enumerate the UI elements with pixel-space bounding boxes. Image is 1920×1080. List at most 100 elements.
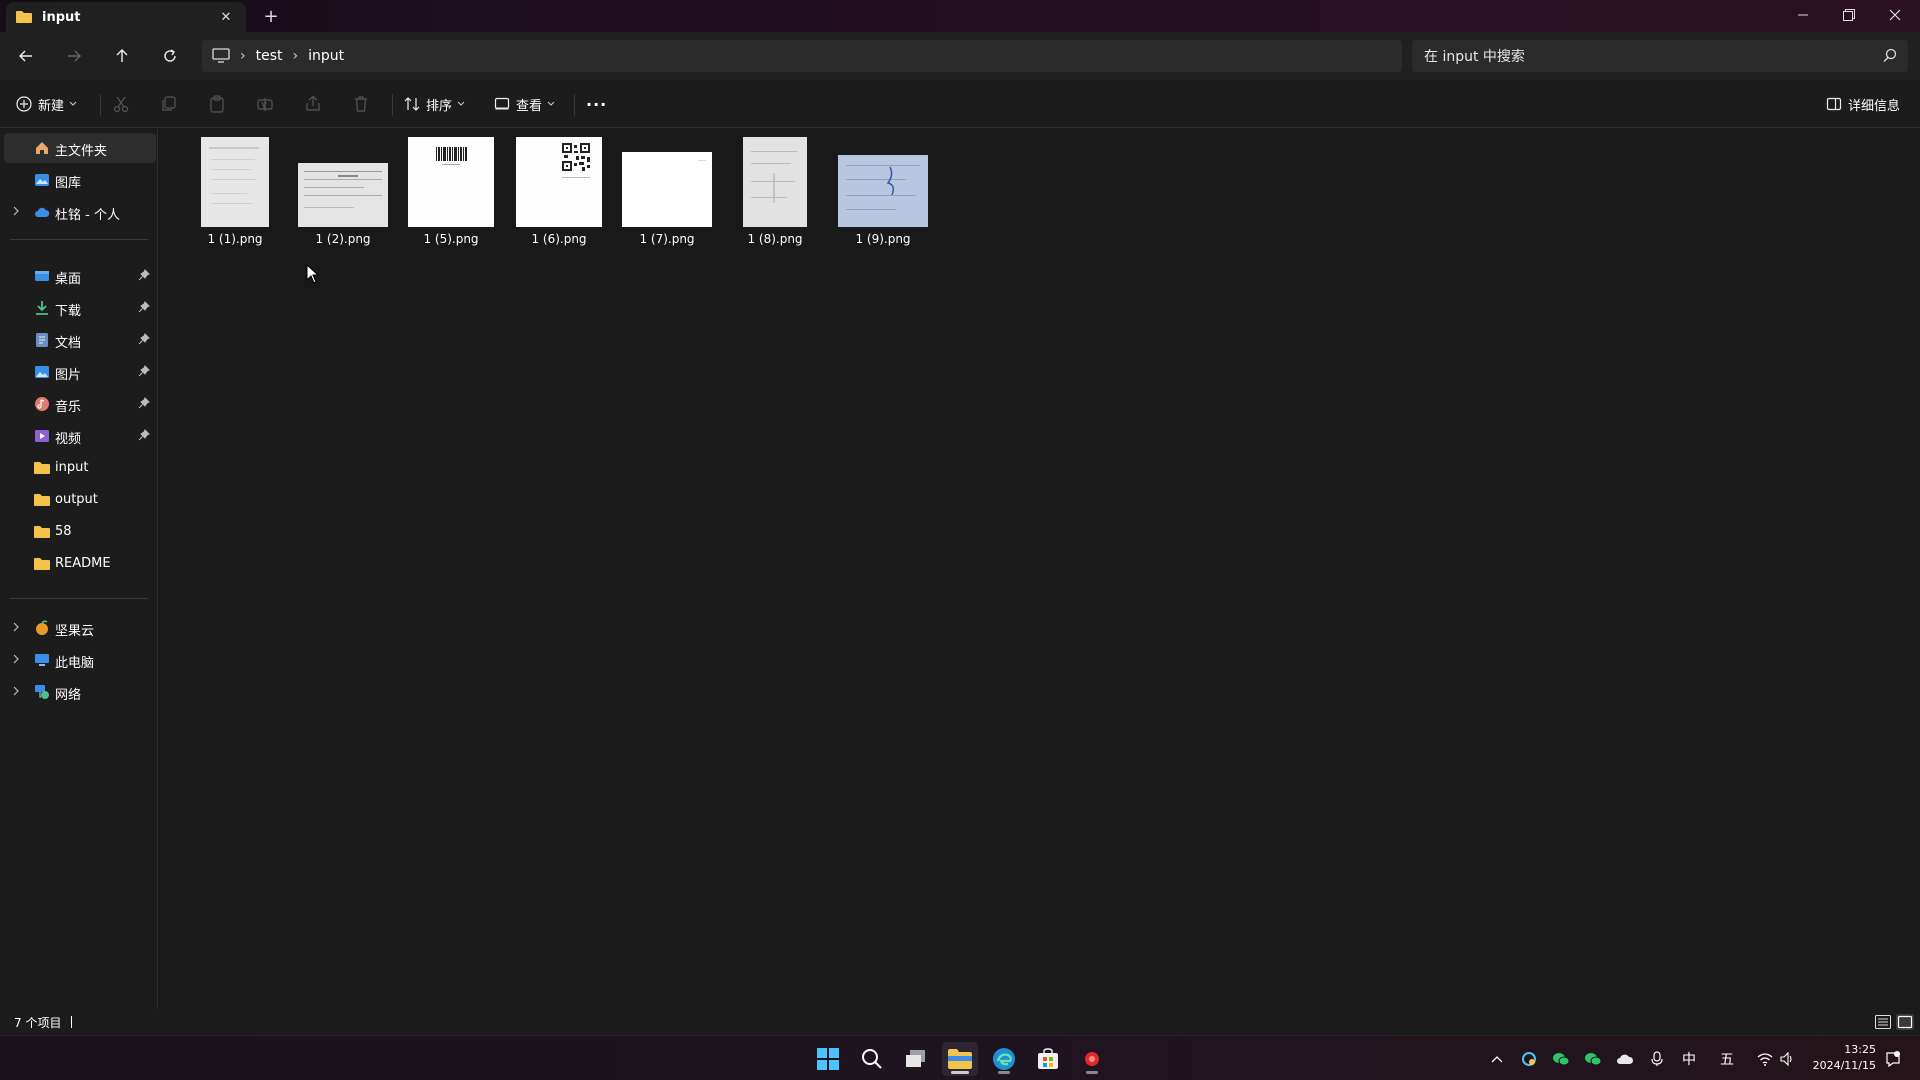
up-button[interactable]	[106, 40, 138, 72]
show-hidden-icons-button[interactable]	[1486, 1048, 1508, 1070]
maximize-button[interactable]	[1826, 0, 1872, 30]
sidebar-item-label: 文档	[55, 336, 82, 351]
taskbar-store[interactable]	[1030, 1042, 1066, 1076]
tray-wechat[interactable]	[1550, 1048, 1572, 1070]
folder-icon	[34, 526, 50, 538]
sidebar-item-readme[interactable]: README	[4, 549, 156, 579]
chevron-down-icon	[547, 101, 555, 106]
share-button[interactable]	[304, 88, 322, 120]
sidebar-item-pictures[interactable]: 图片	[4, 357, 156, 387]
ime-mode-indicator[interactable]: 五	[1716, 1048, 1738, 1070]
file-item[interactable]: 1 (5).png	[397, 135, 505, 251]
sidebar-item-documents[interactable]: 文档	[4, 325, 156, 355]
more-options-button[interactable]: ···	[586, 88, 607, 120]
taskbar-file-explorer[interactable]	[942, 1042, 978, 1076]
file-explorer-icon	[948, 1049, 972, 1069]
file-item[interactable]: 1 (9).png	[829, 135, 937, 251]
taskbar-recorder[interactable]	[1074, 1042, 1110, 1076]
large-icons-view-icon[interactable]	[1896, 1014, 1914, 1030]
clock-date: 2024/11/15	[1812, 1059, 1876, 1072]
sidebar-item-jianguoyun[interactable]: 坚果云	[4, 613, 156, 643]
title-bar: input ✕ +	[0, 0, 1920, 32]
thumbnail-frame	[613, 135, 721, 227]
tab-input[interactable]: input ✕	[6, 2, 246, 32]
sidebar-item-network[interactable]: 网络	[4, 677, 156, 707]
taskbar-search-button[interactable]	[854, 1042, 890, 1076]
ime-language-indicator[interactable]: 中	[1678, 1048, 1700, 1070]
sidebar-item-label: 音乐	[55, 400, 82, 415]
address-bar[interactable]: › test › input	[202, 40, 1402, 72]
minimize-button[interactable]	[1780, 0, 1826, 30]
rename-button[interactable]	[256, 88, 274, 120]
chevron-down-icon	[457, 101, 465, 106]
new-button[interactable]: 新建	[16, 88, 77, 120]
tray-volume[interactable]	[1776, 1048, 1798, 1070]
pin-icon[interactable]	[138, 269, 150, 281]
document-preview	[304, 171, 382, 208]
speaker-icon	[1780, 1052, 1792, 1066]
new-label: 新建	[38, 98, 65, 114]
start-button[interactable]	[810, 1042, 846, 1076]
sidebar-item-onedrive[interactable]: 杜铭 - 个人	[4, 197, 156, 227]
system-clock[interactable]: 13:25 2024/11/15	[1800, 1042, 1876, 1074]
chevron-right-icon[interactable]	[12, 654, 20, 664]
view-button[interactable]: 查看	[494, 88, 555, 120]
tray-app-1[interactable]	[1518, 1048, 1540, 1070]
search-input[interactable]: 在 input 中搜索	[1412, 40, 1908, 72]
close-button[interactable]	[1872, 0, 1918, 30]
taskbar-edge[interactable]	[986, 1042, 1022, 1076]
details-pane-button[interactable]: 详细信息	[1826, 88, 1900, 120]
new-tab-button[interactable]: +	[260, 5, 282, 27]
file-item[interactable]: 1 (8).png	[721, 135, 829, 251]
document-icon	[36, 333, 48, 347]
delete-button[interactable]	[352, 88, 370, 120]
file-item[interactable]: 1 (2).png	[289, 135, 397, 251]
sidebar-item-gallery[interactable]: 图库	[4, 165, 156, 195]
forward-button[interactable]	[58, 40, 90, 72]
copy-button[interactable]	[160, 88, 178, 120]
paste-button[interactable]	[208, 88, 226, 120]
sidebar-item-input[interactable]: input	[4, 453, 156, 483]
tray-wifi[interactable]	[1754, 1048, 1776, 1070]
thumbnail-frame	[505, 135, 613, 227]
cloud-icon	[1617, 1054, 1634, 1064]
sidebar-item-downloads[interactable]: 下载	[4, 293, 156, 323]
tab-close-button[interactable]: ✕	[216, 7, 236, 27]
chevron-right-icon[interactable]	[12, 622, 20, 632]
cut-button[interactable]	[112, 88, 130, 120]
task-view-button[interactable]	[898, 1042, 934, 1076]
file-item[interactable]: 1 (6).png	[505, 135, 613, 251]
back-button[interactable]	[10, 40, 42, 72]
sidebar-item-music[interactable]: 音乐	[4, 389, 156, 419]
pin-icon[interactable]	[138, 333, 150, 345]
file-item[interactable]: 1 (1).png	[181, 135, 289, 251]
rename-icon	[257, 98, 273, 111]
notification-button[interactable]	[1882, 1048, 1904, 1070]
chevron-right-icon[interactable]	[12, 686, 20, 696]
chevron-right-icon[interactable]	[12, 206, 20, 216]
view-label: 查看	[516, 98, 543, 114]
file-item[interactable]: 1 (7).png	[613, 135, 721, 251]
sidebar-item-58[interactable]: 58	[4, 517, 156, 547]
pin-icon[interactable]	[138, 429, 150, 441]
sidebar-item-label: input	[55, 460, 89, 475]
sidebar-item-desktop[interactable]: 桌面	[4, 261, 156, 291]
sidebar-item-this-pc[interactable]: 此电脑	[4, 645, 156, 675]
sidebar-item-videos[interactable]: 视频	[4, 421, 156, 451]
sidebar-item-output[interactable]: output	[4, 485, 156, 515]
sort-button[interactable]: 排序	[404, 88, 465, 120]
refresh-button[interactable]	[154, 40, 186, 72]
pin-icon[interactable]	[138, 397, 150, 409]
details-view-icon[interactable]	[1874, 1014, 1892, 1030]
tray-onedrive[interactable]	[1614, 1048, 1636, 1070]
pin-icon[interactable]	[138, 301, 150, 313]
sidebar-item-home[interactable]: 主文件夹	[4, 133, 156, 163]
restore-icon	[1843, 9, 1855, 21]
search-placeholder: 在 input 中搜索	[1424, 49, 1525, 65]
tray-microphone[interactable]	[1646, 1048, 1668, 1070]
file-list[interactable]: 1 (1).png 1 (2).png 1 (5).png 1 (6).png …	[159, 129, 1920, 1009]
tray-wechat-2[interactable]	[1582, 1048, 1604, 1070]
breadcrumb-test[interactable]: test	[256, 48, 283, 64]
pin-icon[interactable]	[138, 365, 150, 377]
breadcrumb-input[interactable]: input	[308, 48, 344, 64]
